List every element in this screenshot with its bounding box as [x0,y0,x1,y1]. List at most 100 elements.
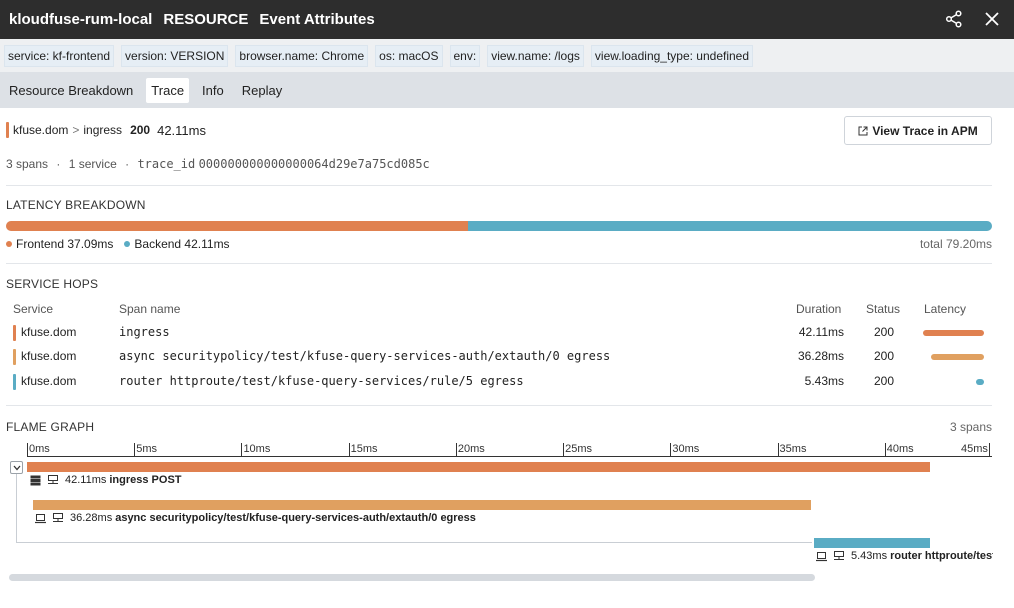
latency-legend: Frontend 37.09ms Backend 42.11ms [6,237,230,251]
hop-latency-bar [923,330,984,336]
flame-span-bar[interactable] [33,500,812,510]
col-span-name: Span name [119,302,181,316]
service-hops-title: SERVICE HOPS [6,277,99,291]
root-span: ingress [83,123,123,137]
axis-tick-label: 15ms [348,443,378,456]
network-icon [47,474,59,486]
hop-duration: 36.28ms [797,349,844,363]
horizontal-scrollbar[interactable] [9,574,815,581]
flame-span-label[interactable]: 42.11ms ingress POST [30,474,182,486]
col-status: Status [866,302,901,316]
view-trace-label: View Trace in APM [872,123,978,138]
flame-span-bar[interactable] [27,462,931,472]
flame-span-duration: 42.11ms [65,474,107,486]
table-row[interactable]: kfuse.dom ingress 42.11ms 200 [0,321,1014,345]
flame-span-name: router httproute/test/kfuse-query-servic… [890,550,993,562]
trace-info-line: 3 spans · 1 service · trace_id 000000000… [6,157,430,171]
hop-service: kfuse.dom [21,374,77,388]
tag-browser[interactable]: browser.name: Chrome [235,44,369,67]
tag-loading-type[interactable]: view.loading_type: undefined [590,44,754,67]
chevron-down-icon [13,465,20,470]
share-icon[interactable] [943,8,965,30]
tab-info[interactable]: Info [197,78,229,103]
tab-bar: Resource Breakdown Trace Info Replay [0,72,1014,108]
tab-trace[interactable]: Trace [146,77,190,103]
flame-graph-title: FLAME GRAPH [6,420,95,434]
title-bar: kloudfuse-rum-local RESOURCE Event Attri… [0,0,1014,39]
divider [6,263,992,264]
external-link-icon [858,126,868,135]
axis-tick-label: 40ms [884,443,914,456]
info-separator: · [56,157,61,171]
network-icon [833,550,845,562]
hop-service: kfuse.dom [21,325,77,339]
flame-span-count: 3 spans [949,420,992,434]
table-row[interactable]: kfuse.dom async securitypolicy/test/kfus… [0,345,1014,369]
tag-service[interactable]: service: kf-frontend [4,44,115,67]
hop-latency-bar [931,354,984,360]
latency-total: total 79.20ms [919,237,992,251]
axis-tick-label: 0ms [27,443,50,456]
flame-time-axis: 0ms 5ms 10ms 15ms 20ms 25ms 30ms 35ms 40ms 45ms [27,443,992,457]
flame-span-name: ingress POST [109,474,182,486]
app-name: kloudfuse-rum-local [9,11,153,28]
hop-duration: 5.43ms [804,374,844,388]
hop-latency-bar [976,379,984,385]
tab-replay[interactable]: Replay [237,78,287,103]
frontend-legend-label: Frontend 37.09ms [16,237,114,251]
hop-service: kfuse.dom [21,349,77,363]
table-row[interactable]: kfuse.dom router httproute/test/kfuse-qu… [0,370,1014,394]
col-service: Service [13,302,54,316]
hop-status: 200 [874,325,895,339]
tag-view-name[interactable]: view.name: /logs [487,44,584,67]
flame-span-label[interactable]: 5.43msrouter httproute/test/kfuse-query-… [816,550,993,562]
flame-span-name: async securitypolicy/test/kfuse-query-se… [115,512,476,524]
event-type: RESOURCE [163,11,249,28]
close-icon[interactable] [981,8,1003,30]
tree-connector [16,474,17,543]
service-color-marker [6,122,9,138]
frontend-dot [6,241,12,247]
axis-tick-label: 35ms [777,443,807,456]
hop-status: 200 [874,374,895,388]
laptop-icon [816,551,827,562]
tab-resource-breakdown[interactable]: Resource Breakdown [4,78,138,103]
trace-root-summary: kfuse.dom > ingress 200 42.11ms [6,122,206,138]
col-duration: Duration [796,302,842,316]
tag-env[interactable]: env: [449,44,481,67]
axis-tick-label: 10ms [241,443,271,456]
backend-segment [467,221,992,231]
root-status: 200 [130,123,151,137]
breadcrumb-separator: > [72,123,80,137]
flame-span-duration: 36.28ms [70,512,113,524]
hop-status: 200 [874,349,895,363]
divider [6,405,992,406]
hop-span-name: ingress [119,325,170,339]
service-color-marker [13,325,16,341]
collapse-toggle[interactable] [10,461,23,474]
flame-span-label[interactable]: 36.28ms async securitypolicy/test/kfuse-q… [35,512,476,524]
axis-tick-label: 5ms [134,443,157,456]
attribute-tags: service: kf-frontend version: VERSION br… [0,39,1014,72]
root-duration: 42.11ms [157,122,206,138]
frontend-segment [6,221,468,231]
trace-id-value[interactable]: 000000000000000064d29e7a75cd085c [199,157,430,171]
service-color-marker [13,349,16,365]
latency-bar [6,221,992,231]
view-trace-in-apm-button[interactable]: View Trace in APM [844,116,992,145]
hop-duration: 42.11ms [798,325,844,339]
hop-span-name: router httproute/test/kfuse-query-servic… [119,374,524,388]
root-service: kfuse.dom [13,123,69,137]
backend-legend-label: Backend 42.11ms [134,237,230,251]
flame-span-duration: 5.43ms [851,550,888,562]
tag-version[interactable]: version: VERSION [121,44,229,67]
network-icon [52,512,64,524]
laptop-icon [35,513,46,524]
axis-tick-label: 45ms [961,443,990,456]
tree-connector [16,542,812,543]
service-color-marker [13,374,16,390]
tag-os[interactable]: os: macOS [375,44,443,67]
trace-service-count: 1 service [68,157,117,171]
flame-span-bar[interactable] [813,538,931,548]
col-latency: Latency [924,302,967,316]
